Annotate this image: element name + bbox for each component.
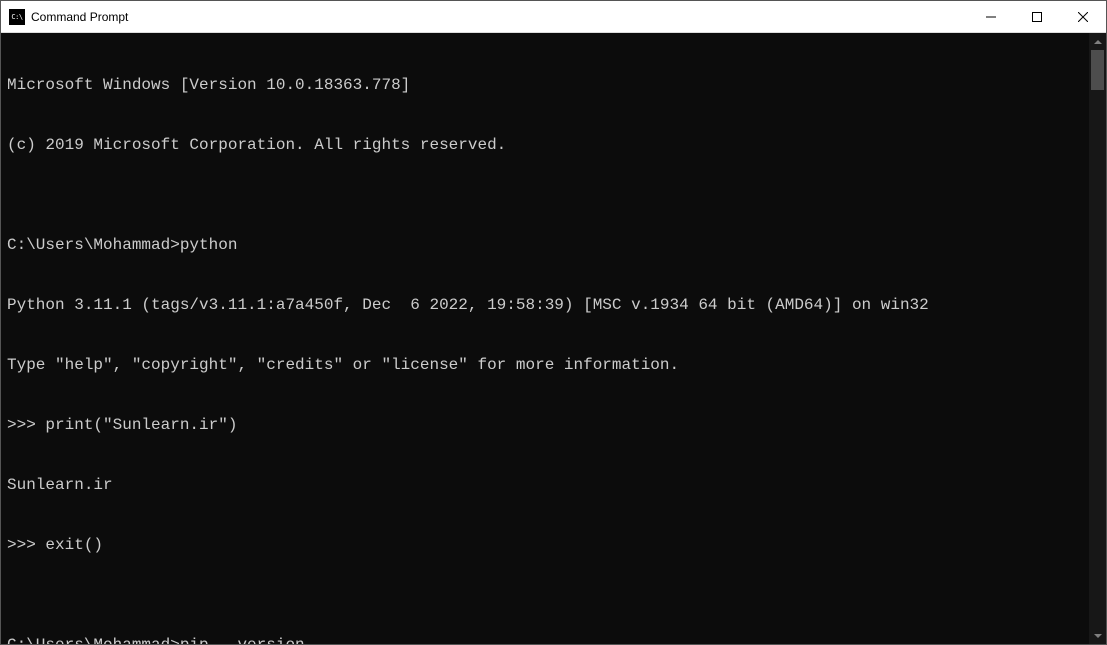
terminal-area[interactable]: Microsoft Windows [Version 10.0.18363.77… xyxy=(1,33,1106,644)
command-prompt-window: C:\ Command Prompt Microsoft xyxy=(0,0,1107,645)
scroll-up-arrow-icon[interactable] xyxy=(1089,33,1106,50)
scroll-track[interactable] xyxy=(1089,50,1106,627)
terminal-output[interactable]: Microsoft Windows [Version 10.0.18363.77… xyxy=(1,33,1089,644)
window-title: Command Prompt xyxy=(31,10,968,24)
terminal-line: Microsoft Windows [Version 10.0.18363.77… xyxy=(7,75,1083,95)
scroll-thumb[interactable] xyxy=(1091,50,1104,90)
terminal-line: >>> exit() xyxy=(7,535,1083,555)
cmd-icon: C:\ xyxy=(9,9,25,25)
maximize-button[interactable] xyxy=(1014,1,1060,32)
terminal-line: >>> print("Sunlearn.ir") xyxy=(7,415,1083,435)
terminal-line: C:\Users\Mohammad>pip --version xyxy=(7,635,1083,644)
titlebar[interactable]: C:\ Command Prompt xyxy=(1,1,1106,33)
minimize-button[interactable] xyxy=(968,1,1014,32)
close-icon xyxy=(1078,12,1088,22)
terminal-line: Type "help", "copyright", "credits" or "… xyxy=(7,355,1083,375)
maximize-icon xyxy=(1032,12,1042,22)
close-button[interactable] xyxy=(1060,1,1106,32)
terminal-line: (c) 2019 Microsoft Corporation. All righ… xyxy=(7,135,1083,155)
terminal-line: Python 3.11.1 (tags/v3.11.1:a7a450f, Dec… xyxy=(7,295,1083,315)
minimize-icon xyxy=(986,12,996,22)
window-controls xyxy=(968,1,1106,32)
scroll-down-arrow-icon[interactable] xyxy=(1089,627,1106,644)
vertical-scrollbar[interactable] xyxy=(1089,33,1106,644)
terminal-line: Sunlearn.ir xyxy=(7,475,1083,495)
terminal-line: C:\Users\Mohammad>python xyxy=(7,235,1083,255)
